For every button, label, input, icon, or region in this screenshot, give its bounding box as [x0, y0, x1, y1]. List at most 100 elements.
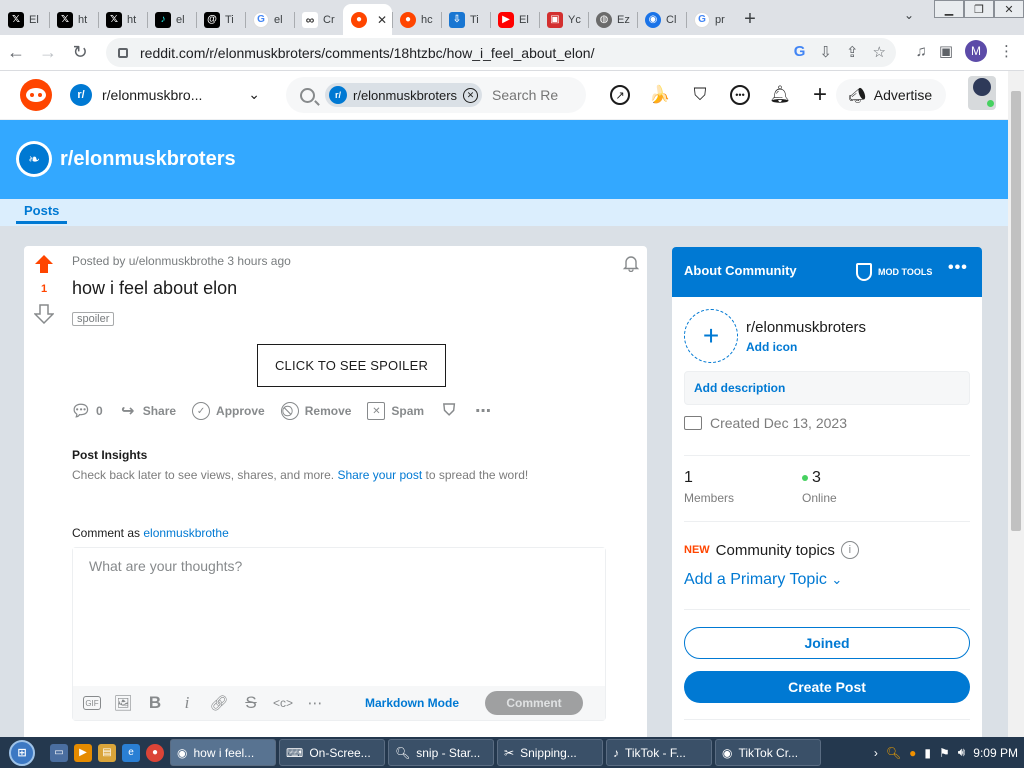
browser-tab[interactable]: ▶ El — [490, 4, 539, 35]
mod-shield-icon[interactable]: ⛉ — [688, 83, 712, 107]
more-options-button[interactable]: ⋯ — [474, 402, 492, 420]
clock[interactable]: 9:09 PM — [973, 746, 1018, 760]
code-icon[interactable]: <c> — [273, 693, 293, 713]
reddit-logo-icon[interactable] — [20, 79, 52, 111]
notification-bell-icon[interactable]: 🔔︎ — [768, 83, 792, 107]
browser-tab[interactable]: ♪ el — [147, 4, 196, 35]
browser-tab[interactable]: Gpr — [686, 4, 735, 35]
scrollbar-thumb[interactable] — [1011, 91, 1021, 531]
share-button[interactable]: ↪ Share — [119, 402, 176, 420]
gif-icon[interactable]: GIF — [83, 696, 101, 710]
mod-shield-button[interactable]: ⛉ — [440, 402, 458, 420]
upvote-arrow-icon[interactable] — [34, 254, 54, 274]
search-community-chip[interactable]: r/ r/elonmuskbroters ✕ — [325, 83, 483, 107]
bookmark-star-icon[interactable]: ☆ — [873, 43, 886, 61]
new-tab-button[interactable]: + — [735, 4, 765, 35]
more-formatting-icon[interactable]: ⋯ — [305, 693, 325, 713]
browser-tab[interactable]: ◍ Ez — [588, 4, 637, 35]
google-lens-icon[interactable]: G — [794, 43, 806, 61]
search-input[interactable] — [492, 87, 563, 103]
tray-flag-icon[interactable]: ⚑ — [939, 746, 950, 760]
forward-arrow-icon[interactable]: → — [32, 37, 64, 69]
remove-button[interactable]: ⃠ Remove — [280, 402, 351, 420]
browser-tab[interactable]: Gel — [245, 4, 294, 35]
browser-tab[interactable]: ● hc — [392, 4, 441, 35]
comment-submit-button[interactable]: Comment — [485, 691, 584, 715]
back-arrow-icon[interactable]: ← — [0, 37, 32, 69]
image-icon[interactable]: 🖼︎ — [113, 693, 133, 713]
page-scrollbar[interactable] — [1008, 71, 1024, 737]
add-description-button[interactable]: Add description — [684, 371, 970, 405]
create-plus-icon[interactable]: + — [808, 81, 832, 108]
add-icon-link[interactable]: Add icon — [746, 340, 797, 354]
install-icon[interactable]: ⇩ — [819, 43, 832, 61]
chrome-menu-icon[interactable]: ⋮ — [999, 42, 1014, 60]
browser-tab[interactable]: ◉ Cl — [637, 4, 686, 35]
info-icon[interactable]: i — [840, 541, 859, 559]
user-avatar[interactable] — [968, 76, 996, 110]
community-dropdown[interactable]: r/ r/elonmuskbro... ⌄ — [70, 79, 260, 111]
folder-icon[interactable]: ▤ — [98, 743, 116, 762]
close-tab-icon[interactable]: ✕ — [377, 13, 387, 27]
comment-textarea[interactable] — [73, 548, 605, 688]
comment-as-user-link[interactable]: elonmuskbrothe — [143, 526, 228, 540]
bold-icon[interactable]: B — [145, 693, 165, 713]
browser-tab[interactable]: @ Ti — [196, 4, 245, 35]
taskbar-button[interactable]: ♪ TikTok - F... — [606, 739, 712, 766]
advertise-button[interactable]: 📣︎ Advertise — [836, 79, 946, 111]
side-panel-icon[interactable]: ▣ — [939, 42, 953, 60]
link-icon[interactable]: 🔗︎ — [209, 693, 229, 713]
italic-icon[interactable]: i — [177, 693, 197, 713]
reveal-spoiler-button[interactable]: CLICK TO SEE SPOILER — [257, 344, 446, 387]
coins-icon[interactable]: 🍌 — [648, 83, 672, 107]
taskbar-button[interactable]: 🔍︎ snip - Star... — [388, 739, 494, 766]
media-player-icon[interactable]: ▶ — [74, 743, 92, 762]
tray-search-icon[interactable]: 🔍︎ — [886, 746, 901, 760]
tab-posts[interactable]: Posts — [16, 203, 68, 224]
browser-tab[interactable]: ∞ Cr — [294, 4, 343, 35]
add-community-icon-button[interactable]: + — [684, 309, 738, 363]
chat-icon[interactable]: ••• — [728, 83, 752, 107]
search-bar[interactable]: r/ r/elonmuskbroters ✕ — [286, 77, 586, 113]
more-dots-icon[interactable]: ••• — [948, 259, 968, 277]
media-controls-icon[interactable]: ♫ — [916, 43, 927, 60]
minimize-button[interactable]: ▁ — [934, 0, 964, 18]
browser-tab[interactable]: 𝕏ht — [98, 4, 147, 35]
clear-chip-icon[interactable]: ✕ — [463, 87, 479, 103]
follow-bell-icon[interactable] — [622, 254, 640, 272]
reload-icon[interactable]: ↻ — [64, 37, 96, 69]
popular-arrow-icon[interactable]: ↗ — [608, 83, 632, 107]
ie-icon[interactable]: e — [122, 743, 140, 762]
share-your-post-link[interactable]: Share your post — [337, 468, 422, 482]
taskbar-button[interactable]: ✂ Snipping... — [497, 739, 603, 766]
show-desktop-icon[interactable]: ▭ — [50, 743, 68, 762]
browser-tab[interactable]: 𝕏ht — [49, 4, 98, 35]
markdown-mode-button[interactable]: Markdown Mode — [365, 696, 459, 710]
profile-avatar[interactable]: M — [965, 40, 987, 62]
taskbar-button[interactable]: ◉ TikTok Cr... — [715, 739, 821, 766]
tray-network-icon[interactable]: ▮ — [924, 746, 931, 760]
taskbar-button[interactable]: ◉ how i feel... — [170, 739, 276, 766]
mod-tools-button[interactable]: MOD TOOLS — [856, 263, 932, 281]
url-text[interactable]: reddit.com/r/elonmuskbroters/comments/18… — [140, 45, 594, 61]
post-title[interactable]: how i feel about elon — [72, 278, 237, 299]
joined-button[interactable]: Joined — [684, 627, 970, 659]
tray-overflow-icon[interactable]: › — [874, 746, 878, 760]
share-page-icon[interactable]: ⇪ — [846, 43, 859, 61]
create-post-button[interactable]: Create Post — [684, 671, 970, 703]
downvote-arrow-icon[interactable] — [34, 304, 54, 324]
maximize-button[interactable]: ❐ — [964, 0, 994, 18]
add-primary-topic-link[interactable]: Add a Primary Topic ⌄ — [684, 571, 842, 589]
taskbar-button[interactable]: ⌨ On-Scree... — [279, 739, 385, 766]
tray-app-icon[interactable]: ● — [909, 746, 916, 760]
approve-button[interactable]: ✓ Approve — [192, 402, 265, 420]
browser-tab[interactable]: 𝕏 El — [0, 4, 49, 35]
strikethrough-icon[interactable]: S — [241, 693, 261, 713]
comments-button[interactable]: 💬︎ 0 — [71, 402, 103, 420]
browser-tab[interactable]: ● ✕ — [343, 4, 392, 35]
close-window-button[interactable]: ✕ — [994, 0, 1024, 18]
browser-tab[interactable]: ▣ Yc — [539, 4, 588, 35]
tray-volume-icon[interactable]: 🔊︎ — [958, 745, 966, 760]
spam-button[interactable]: ✕ Spam — [367, 402, 424, 420]
start-button[interactable]: ⊞ — [0, 737, 44, 768]
